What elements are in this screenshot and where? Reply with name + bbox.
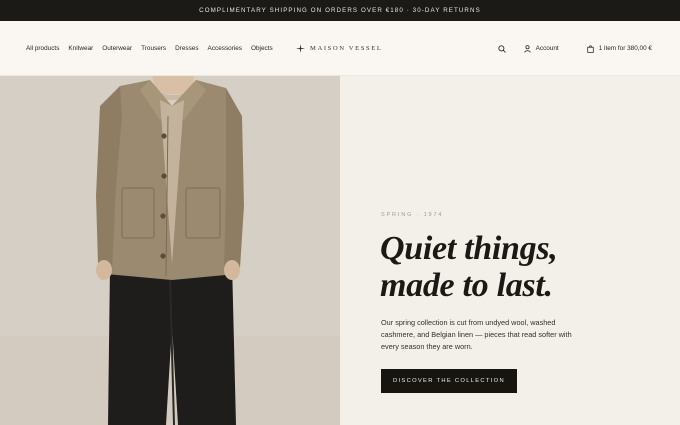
- announcement-text: COMPLIMENTARY SHIPPING ON ORDERS OVER €1…: [199, 7, 481, 14]
- site-header: All products Knitwear Outerwear Trousers…: [0, 21, 680, 76]
- hero-body: Our spring collection is cut from undyed…: [381, 318, 572, 352]
- nav-item-all-products[interactable]: All products: [26, 45, 59, 52]
- search-button[interactable]: [497, 44, 506, 53]
- nav-item-trousers[interactable]: Trousers: [141, 45, 166, 52]
- cart-link[interactable]: 1 item for 380,00 €: [587, 44, 652, 53]
- nav-item-objects[interactable]: Objects: [251, 45, 273, 52]
- search-icon: [497, 44, 506, 53]
- hero-image: [0, 76, 340, 425]
- bag-icon: [587, 44, 594, 53]
- nav-item-knitwear[interactable]: Knitwear: [68, 45, 93, 52]
- cart-label: 1 item for 380,00 €: [598, 45, 652, 52]
- discover-collection-button[interactable]: DISCOVER THE COLLECTION: [381, 369, 517, 393]
- brand-name: MAISON VESSEL: [310, 45, 383, 52]
- hero-copy: SPRING · 1974 Quiet things, made to last…: [380, 76, 661, 425]
- nav-item-outerwear[interactable]: Outerwear: [102, 45, 132, 52]
- main-nav: All products Knitwear Outerwear Trousers…: [26, 21, 273, 76]
- hero-headline-line-1: Quiet things,: [380, 230, 558, 267]
- header-tools: Account 1 item for 380,00 €: [497, 21, 652, 76]
- hero-headline-line-2: made to last.: [380, 267, 553, 304]
- nav-item-accessories[interactable]: Accessories: [208, 45, 242, 52]
- hero-eyebrow: SPRING · 1974: [381, 212, 444, 218]
- brand-logo[interactable]: MAISON VESSEL: [296, 21, 383, 76]
- account-link[interactable]: Account: [523, 44, 559, 53]
- account-label: Account: [535, 45, 559, 52]
- hero-headline: Quiet things, made to last.: [380, 230, 660, 304]
- user-icon: [523, 44, 531, 53]
- nav-item-dresses[interactable]: Dresses: [175, 45, 198, 52]
- announcement-bar: COMPLIMENTARY SHIPPING ON ORDERS OVER €1…: [0, 0, 680, 21]
- star-icon: [296, 44, 305, 53]
- model-figure: [0, 76, 340, 425]
